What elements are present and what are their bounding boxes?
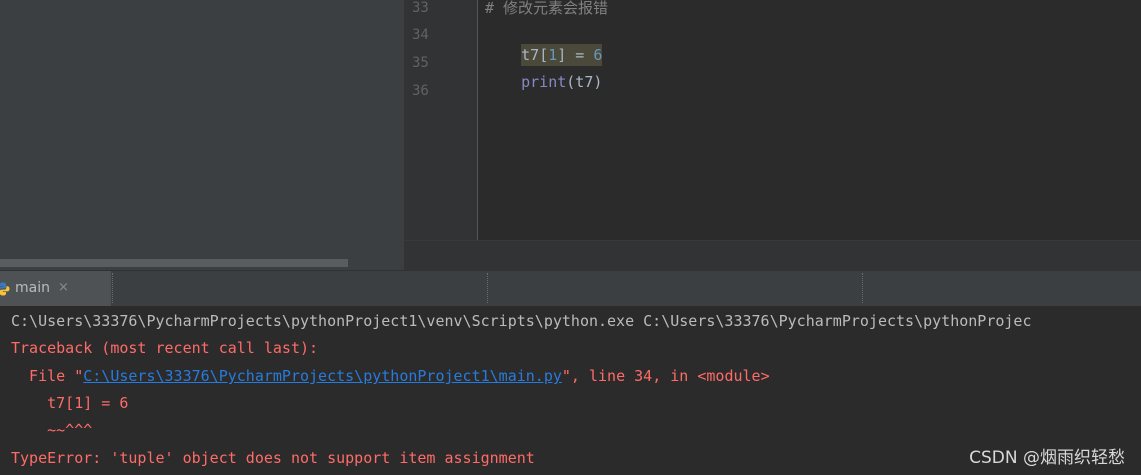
line-number: 36: [412, 83, 429, 99]
file-suffix: ", line 34, in <module>: [561, 367, 770, 385]
console-caret-line: ~~^^^: [11, 421, 93, 439]
line-number: 35: [412, 55, 429, 71]
code-line-print[interactable]: print(t7): [485, 52, 602, 112]
tab-separator: [862, 273, 863, 303]
file-path-link[interactable]: C:\Users\33376\PycharmProjects\pythonPro…: [83, 367, 562, 385]
run-tab-main[interactable]: main ×: [0, 271, 111, 306]
tab-separator: [487, 273, 488, 303]
line-number: 34: [412, 27, 429, 43]
line-number-gutter: 33 34 35 36: [404, 0, 478, 240]
console-code-line: t7[1] = 6: [11, 394, 129, 412]
run-tab-label: main: [15, 280, 50, 296]
tab-separator: [112, 273, 113, 303]
code-editor[interactable]: 33 34 35 36 # 修改元素会报错 t7[1] = 6 print(t7…: [404, 0, 1141, 270]
editor-footer: [404, 240, 1141, 270]
line-number: 33: [412, 0, 429, 16]
code-comment-line[interactable]: # 修改元素会报错: [485, 0, 608, 18]
close-icon[interactable]: ×: [58, 280, 69, 295]
python-icon: [0, 281, 10, 296]
horizontal-scrollbar[interactable]: [0, 259, 348, 267]
code-builtin-print: print: [521, 73, 567, 91]
project-panel: [0, 0, 404, 270]
console-command-line: C:\Users\33376\PycharmProjects\pythonPro…: [11, 312, 1032, 330]
code-args: (t7): [566, 73, 603, 91]
console-traceback-header: Traceback (most recent call last):: [11, 339, 319, 357]
run-toolwindow-header: main ×: [0, 270, 1141, 306]
gutter-divider: [477, 0, 478, 240]
file-prefix: File ": [11, 367, 84, 385]
watermark: CSDN @烟雨织轻愁: [969, 448, 1125, 468]
console-error-message: TypeError: 'tuple' object does not suppo…: [11, 449, 535, 467]
console-file-line: File "C:\Users\33376\PycharmProjects\pyt…: [11, 366, 770, 386]
